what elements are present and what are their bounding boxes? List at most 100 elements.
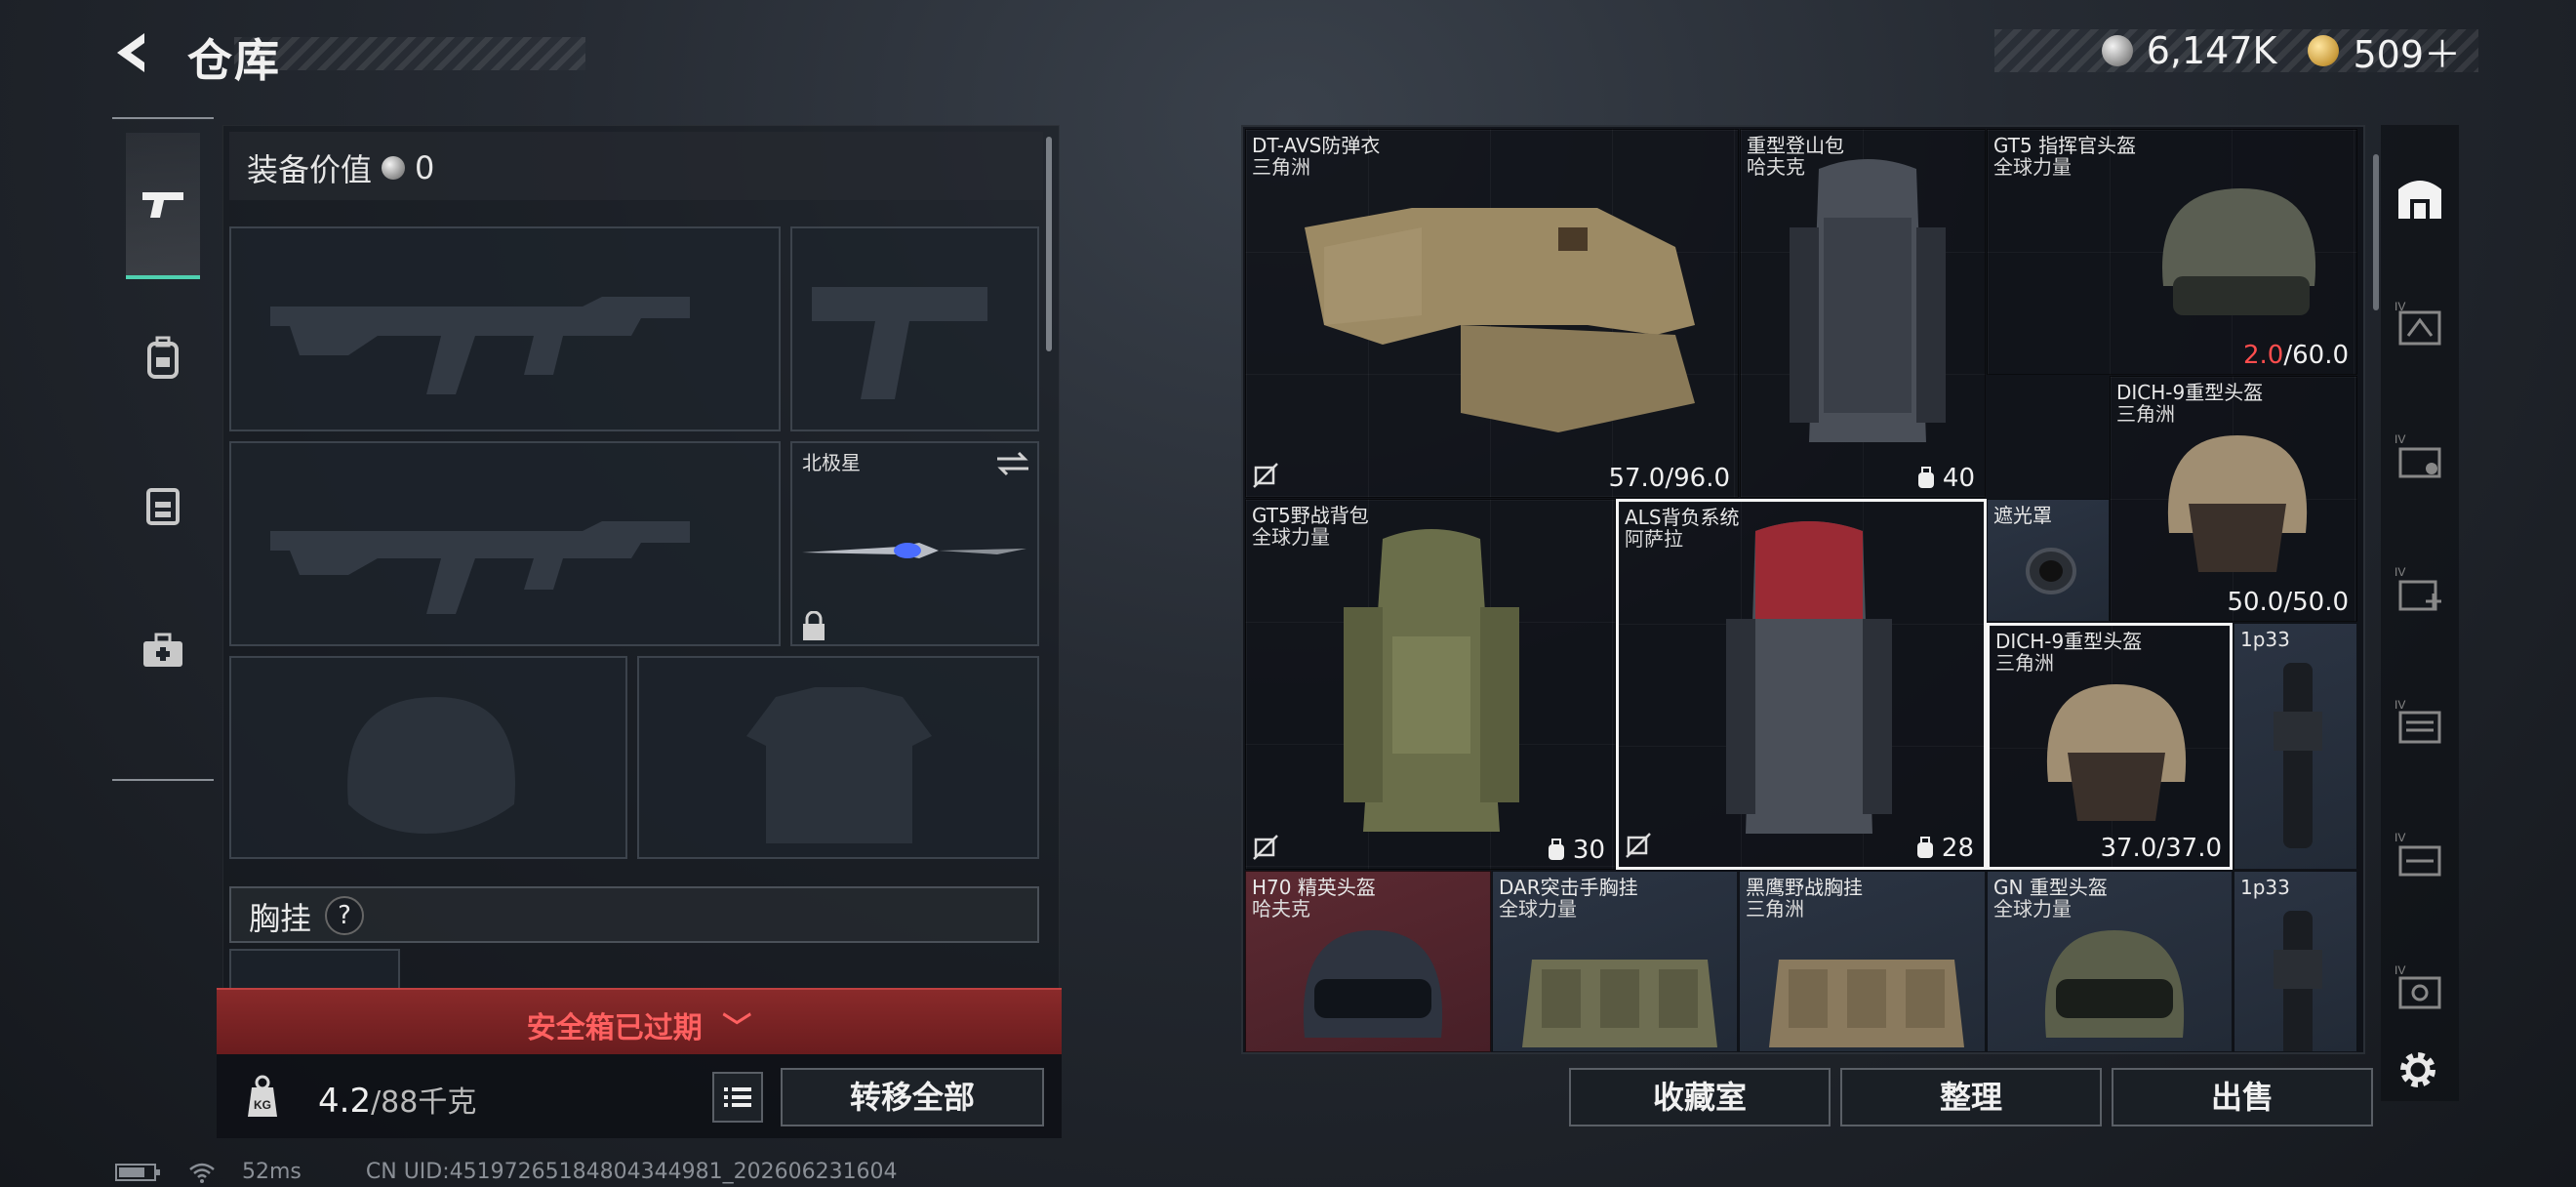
item-maker: 全球力量	[1993, 155, 2072, 179]
grid-item-scope-1p33[interactable]: 1p33	[2234, 623, 2357, 870]
vault-icon[interactable]	[2393, 170, 2447, 225]
scope-icon	[2274, 663, 2322, 848]
grid-item-scope-1p33-b[interactable]: 1p33	[2234, 871, 2357, 1052]
currency-display: 6,147K 509＋	[1993, 29, 2478, 76]
primary-weapon-slot[interactable]	[229, 226, 781, 431]
svg-text:KG: KG	[254, 1098, 271, 1112]
no-insurance-icon	[1253, 835, 1278, 860]
slot-iv-1-icon[interactable]: IV	[2393, 297, 2447, 351]
help-icon[interactable]: ?	[325, 896, 364, 935]
pistol-icon	[142, 192, 183, 218]
settings-gear-icon[interactable]	[2393, 1044, 2443, 1095]
item-maker: 全球力量	[1252, 525, 1330, 549]
svg-text:IV: IV	[2395, 831, 2405, 844]
durability-max: /60.0	[2283, 341, 2349, 370]
nav-weapons[interactable]	[126, 133, 200, 279]
warehouse-tabs-sidebar: IV IV IV IV IV IV	[2373, 125, 2459, 1101]
carried-weight: 4.2	[318, 1082, 372, 1121]
helmet-item-icon	[2167, 435, 2308, 572]
item-name: 1p33	[2240, 876, 2290, 899]
grid-item-chest-blackhawk[interactable]: 黑鹰野战胸挂 三角洲	[1739, 871, 1986, 1052]
collection-room-button[interactable]: 收藏室	[1569, 1068, 1831, 1126]
wifi-icon	[189, 1163, 215, 1183]
equipment-value: 0	[415, 149, 435, 186]
item-durability: 37.0/37.0	[2100, 834, 2222, 863]
item-durability: 2.0/60.0	[2243, 341, 2349, 370]
weight-capacity: /88千克	[371, 1085, 477, 1120]
rifle-silhouette-icon	[270, 521, 690, 614]
helmet-item-icon	[2162, 188, 2316, 315]
helmet-silhouette-icon	[347, 697, 515, 834]
grid-item-backpack-als[interactable]: ALS背负系统 阿萨拉 28	[1616, 499, 1987, 870]
backpack-icon	[147, 336, 179, 379]
item-name: 1p33	[2240, 628, 2290, 651]
item-name: GN 重型头盔	[1993, 876, 2108, 899]
grid-item-helmet-dich9[interactable]: DICH-9重型头盔 三角洲 50.0/50.0	[2110, 376, 2357, 622]
item-name: DAR突击手胸挂	[1499, 876, 1638, 899]
slot-iv-5-icon[interactable]: IV	[2393, 828, 2447, 882]
slot-iv-3-icon[interactable]: IV	[2393, 562, 2447, 617]
chest-rig-icon	[1769, 960, 1964, 1047]
slot-iv-2-icon[interactable]: IV	[2393, 430, 2447, 484]
svg-text:IV: IV	[2395, 565, 2405, 579]
status-bar: 52ms CN UID:4519726518480434498​1_202606…	[115, 1160, 898, 1184]
no-insurance-icon	[1626, 833, 1651, 858]
backpack-capacity-icon	[1548, 839, 1564, 860]
armor-silhouette-icon	[746, 687, 932, 843]
nav-vest[interactable]	[126, 431, 200, 578]
knife-icon	[802, 543, 1026, 558]
grid-item-helmet-gn[interactable]: GN 重型头盔 全球力量	[1987, 871, 2233, 1052]
backpack-capacity-icon	[1916, 837, 1933, 858]
slot-iv-6-icon[interactable]: IV	[2393, 961, 2447, 1015]
transfer-all-button[interactable]: 转移全部	[781, 1068, 1044, 1126]
chest-rig-slot[interactable]	[229, 949, 400, 988]
armor-slot[interactable]	[637, 656, 1039, 859]
gold-balance[interactable]: 509＋	[2353, 24, 2461, 78]
item-maker: 全球力量	[1499, 897, 1577, 921]
item-name: DT-AVS防弹衣	[1252, 134, 1381, 157]
safebox-expired-text: 安全箱已过期	[526, 1011, 703, 1045]
silver-coin-icon	[2101, 35, 2133, 66]
vest-icon	[146, 488, 180, 525]
chest-rig-header: 胸挂 ?	[229, 886, 1039, 943]
melee-slot[interactable]: 北极星	[790, 441, 1039, 646]
secondary-weapon-slot[interactable]	[229, 441, 781, 646]
list-icon	[724, 1087, 751, 1107]
item-durability: 50.0/50.0	[2227, 588, 2349, 617]
grid-item-lens-hood[interactable]: 遮光罩	[1987, 499, 2110, 622]
pistol-slot[interactable]	[790, 226, 1039, 431]
item-name: DICH-9重型头盔	[1995, 630, 2143, 653]
title-stripe	[234, 37, 585, 70]
sort-button[interactable]: 整理	[1840, 1068, 2102, 1126]
item-name: 遮光罩	[1993, 504, 2052, 527]
tabs-scrollbar[interactable]	[2373, 154, 2379, 310]
sell-button[interactable]: 出售	[2112, 1068, 2373, 1126]
chest-rig-icon	[1522, 960, 1717, 1047]
svg-text:IV: IV	[2395, 432, 2405, 446]
grid-item-backpack-gt5[interactable]: GT5野战背包 全球力量 30	[1245, 499, 1616, 870]
grid-item-helmet-gt5[interactable]: GT5 指挥官头盔 全球力量 2.0/60.0	[1987, 129, 2357, 375]
ping-value: 52ms	[242, 1160, 302, 1184]
backpack-item-icon	[1344, 529, 1519, 832]
medkit-icon	[143, 633, 182, 667]
safebox-expired-banner[interactable]: 安全箱已过期 ﹀	[217, 988, 1062, 1054]
grid-item-helmet-dich9-b[interactable]: DICH-9重型头盔 三角洲 37.0/37.0	[1987, 623, 2233, 870]
slot-iv-4-icon[interactable]: IV	[2393, 695, 2447, 750]
capacity-value: 28	[1941, 834, 1974, 863]
lens-hood-icon	[2026, 548, 2076, 594]
silver-coin-icon	[382, 156, 406, 180]
grid-item-backpack-heavy[interactable]: 重型登山包 哈夫克 40	[1740, 129, 1986, 498]
grid-item-armor[interactable]: DT-AVS防弹衣 三角洲 57.0/96.0	[1245, 129, 1739, 498]
swap-icon[interactable]	[993, 449, 1032, 478]
loadout-scrollbar[interactable]	[1046, 137, 1052, 351]
silver-balance: 6,147K	[2146, 29, 2277, 72]
scope-icon	[2274, 911, 2322, 1051]
list-view-button[interactable]	[712, 1072, 763, 1123]
item-name: GT5 指挥官头盔	[1993, 134, 2137, 157]
nav-backpack[interactable]	[126, 285, 200, 431]
grid-item-chest-dar[interactable]: DAR突击手胸挂 全球力量	[1492, 871, 1738, 1052]
nav-medical[interactable]	[126, 578, 200, 724]
helmet-slot[interactable]	[229, 656, 627, 859]
grid-item-helmet-h70[interactable]: H70 精英头盔 哈夫克	[1245, 871, 1491, 1052]
back-arrow-icon[interactable]	[107, 27, 158, 78]
